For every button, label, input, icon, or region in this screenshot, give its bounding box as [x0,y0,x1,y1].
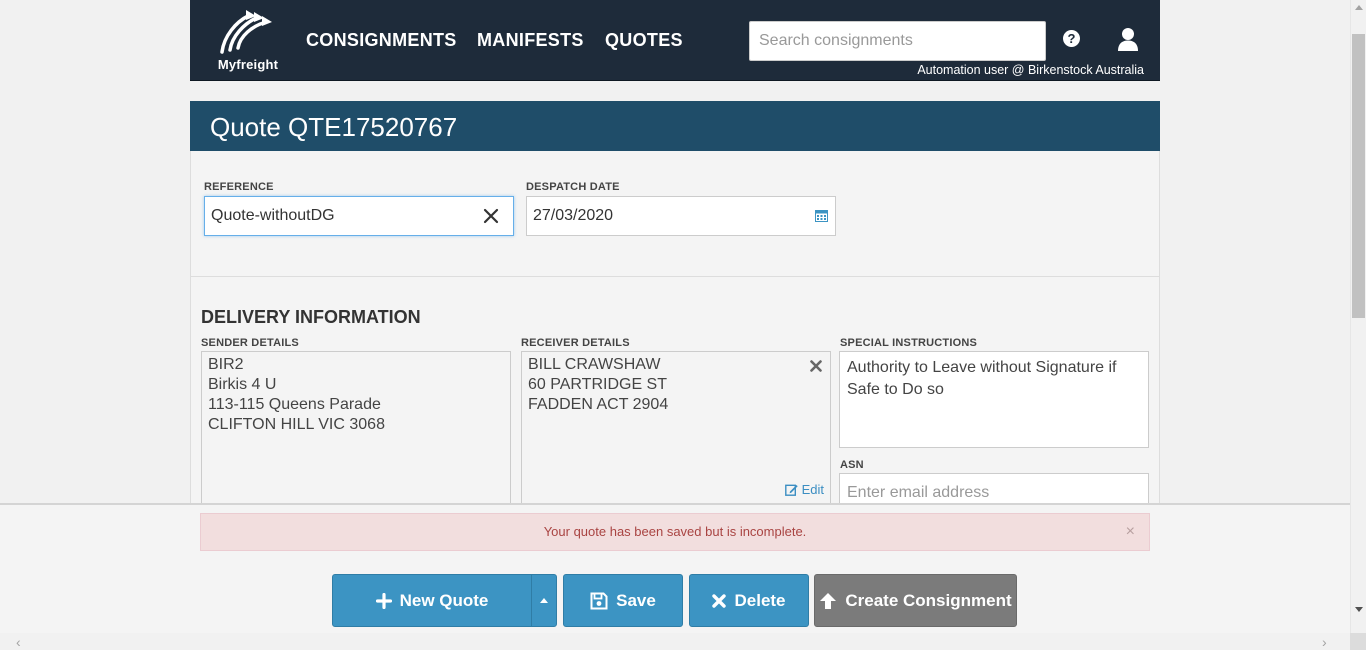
vertical-scrollbar[interactable] [1350,0,1366,633]
sender-line: BIR2 [208,356,244,373]
delete-button[interactable]: Delete [689,574,809,627]
calendar-icon[interactable] [815,209,828,222]
save-status-alert: Your quote has been saved but is incompl… [200,513,1150,551]
delivery-information-heading: DELIVERY INFORMATION [201,307,421,327]
asn-label: ASN [840,459,864,471]
new-quote-label: New Quote [399,590,489,610]
sender-line: CLIFTON HILL VIC 3068 [208,416,385,433]
alert-close-icon[interactable]: × [1126,514,1135,550]
scroll-up-icon[interactable] [1355,5,1363,10]
page-title: Quote QTE17520767 [210,112,458,142]
times-icon [712,593,727,608]
edit-receiver-link[interactable]: Edit [785,480,824,500]
caret-up-icon [540,598,548,603]
receiver-details-label: RECEIVER DETAILS [521,337,630,349]
nav-manifests[interactable]: MANIFESTS [477,30,584,51]
quote-form-panel: REFERENCE Quote-withoutDG DESPATCH DATE … [190,151,1160,513]
horizontal-scrollbar[interactable]: ‹ › [0,633,1350,650]
sender-details-box[interactable]: BIR2 Birkis 4 U 113-115 Queens Parade CL… [201,351,511,511]
sender-line: 113-115 Queens Parade [208,396,381,413]
reference-input[interactable]: Quote-withoutDG [204,196,514,236]
sender-details-label: SENDER DETAILS [201,337,299,349]
user-account-label[interactable]: Automation user @ Birkenstock Australia [917,63,1144,77]
delete-label: Delete [734,590,786,610]
logo-text: Myfreight [217,57,279,72]
scroll-right-icon[interactable]: › [1322,635,1327,649]
sender-line: Birkis 4 U [208,376,277,393]
scrollbar-corner [1350,633,1366,650]
arrow-up-icon [820,592,837,609]
save-button[interactable]: Save [563,574,683,627]
receiver-line: FADDEN ACT 2904 [528,396,669,413]
scroll-down-icon[interactable] [1355,607,1363,612]
edit-label: Edit [801,482,824,497]
nav-quotes[interactable]: QUOTES [605,30,683,51]
create-consignment-button[interactable]: Create Consignment [814,574,1017,627]
despatch-date-value: 27/03/2020 [533,207,614,224]
reference-label: REFERENCE [204,181,274,193]
receiver-line: 60 PARTRIDGE ST [528,376,667,393]
vertical-scroll-thumb[interactable] [1352,34,1365,318]
special-instructions-textarea[interactable]: Authority to Leave without Signature if … [839,351,1149,448]
create-consignment-label: Create Consignment [845,590,1012,610]
reference-value: Quote-withoutDG [211,207,335,224]
logo-arrows-icon [220,10,272,54]
save-icon [590,592,608,609]
plus-icon [375,592,392,609]
edit-icon [785,484,798,496]
despatch-date-input[interactable]: 27/03/2020 [526,196,836,236]
special-instructions-label: SPECIAL INSTRUCTIONS [840,337,978,349]
user-icon[interactable] [1117,27,1139,51]
search-consignments-input[interactable] [749,21,1046,61]
scroll-left-icon[interactable]: ‹ [16,635,21,649]
myfreight-logo[interactable]: Myfreight [210,6,286,72]
alert-message: Your quote has been saved but is incompl… [543,524,807,539]
receiver-details-box[interactable]: BILL CRAWSHAW 60 PARTRIDGE ST FADDEN ACT… [521,351,831,511]
nav-consignments[interactable]: CONSIGNMENTS [306,30,457,51]
section-divider [191,276,1159,277]
top-navbar: Myfreight CONSIGNMENTS MANIFESTS QUOTES … [190,0,1160,81]
page-title-bar: Quote QTE17520767 [190,101,1160,151]
new-quote-dropdown-toggle[interactable] [531,574,557,627]
question-circle-icon[interactable]: ? [1063,30,1080,47]
close-icon[interactable] [481,205,501,227]
save-label: Save [616,590,656,610]
action-footer: Your quote has been saved but is incompl… [0,503,1350,633]
remove-receiver-icon[interactable] [810,360,822,372]
new-quote-button[interactable]: New Quote [332,574,532,627]
receiver-line: BILL CRAWSHAW [528,356,661,373]
despatch-date-label: DESPATCH DATE [526,181,620,193]
